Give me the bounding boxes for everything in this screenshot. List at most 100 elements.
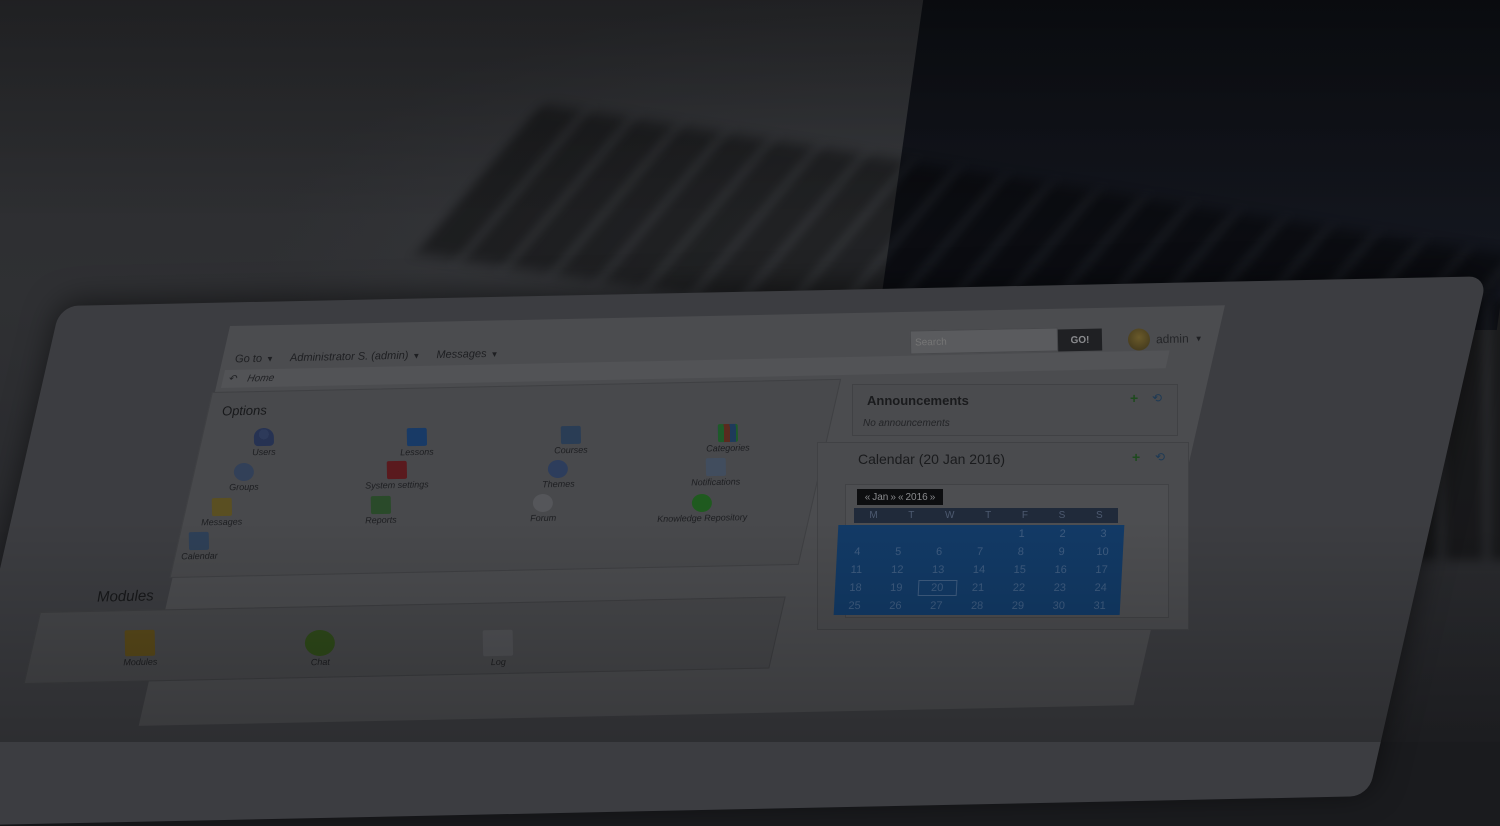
option-label: Calendar xyxy=(181,550,218,562)
prev-year-button[interactable]: « xyxy=(898,492,904,503)
option-label: Courses xyxy=(554,444,588,456)
calendar-day[interactable]: 31 xyxy=(1079,597,1121,615)
messages-menu[interactable]: Messages ▼ xyxy=(436,348,498,361)
refresh-icon[interactable]: ⟲ xyxy=(1152,392,1165,404)
calendar-day[interactable]: 22 xyxy=(998,579,1040,597)
chevron-down-icon: ▼ xyxy=(1194,333,1203,343)
modules-icon xyxy=(124,629,156,657)
modules-title: Modules xyxy=(96,587,154,606)
option-messages[interactable]: Messages xyxy=(201,497,243,528)
calendar-day[interactable]: 26 xyxy=(874,597,916,615)
reports-icon xyxy=(370,495,391,515)
calendar-empty-cell xyxy=(960,525,1002,543)
option-knowledge-repository[interactable]: Knowledge Repository xyxy=(657,493,747,524)
calendar-day[interactable]: 14 xyxy=(958,561,1000,579)
calendar-day[interactable]: 29 xyxy=(997,597,1039,615)
option-label: System settings xyxy=(365,479,429,491)
module-modules[interactable]: Modules xyxy=(123,629,158,668)
option-system-settings[interactable]: System settings xyxy=(365,460,429,491)
calendar-day[interactable]: 16 xyxy=(1040,561,1082,579)
next-year-button[interactable]: » xyxy=(930,492,936,503)
option-label: Notifications xyxy=(691,476,741,488)
calendar-day[interactable]: 12 xyxy=(876,561,918,579)
option-label: Messages xyxy=(201,516,243,528)
calendar-day[interactable]: 10 xyxy=(1082,543,1124,561)
calendar-day[interactable]: 15 xyxy=(999,561,1041,579)
calendar-day[interactable]: 4 xyxy=(836,543,878,561)
back-arrow-icon[interactable]: ↶ xyxy=(228,373,239,384)
module-label: Chat xyxy=(310,656,330,668)
calendar-day[interactable]: 28 xyxy=(956,597,998,615)
lessons-icon xyxy=(406,427,427,447)
goto-label: Go to xyxy=(234,352,263,366)
module-label: Modules xyxy=(123,656,158,668)
announcements-empty: No announcements xyxy=(863,418,950,429)
option-label: Reports xyxy=(365,514,397,526)
calendar-day[interactable]: 6 xyxy=(918,543,960,561)
calendar-day[interactable]: 7 xyxy=(959,543,1001,561)
option-label: Lessons xyxy=(400,446,434,458)
user-role-menu[interactable]: Administrator S. (admin) ▼ xyxy=(290,349,421,364)
option-label: Forum xyxy=(530,512,557,524)
calendar-day[interactable]: 5 xyxy=(877,543,919,561)
go-button[interactable]: GO! xyxy=(1057,328,1103,352)
option-groups[interactable]: Groups xyxy=(229,462,259,493)
option-categories[interactable]: Categories xyxy=(706,423,750,453)
users-icon xyxy=(253,427,274,447)
search-input[interactable] xyxy=(909,327,1059,355)
option-users[interactable]: Users xyxy=(252,427,276,458)
calendar-day[interactable]: 17 xyxy=(1081,561,1123,579)
calendar-title: Calendar (20 Jan 2016) xyxy=(858,451,1006,467)
groups-icon xyxy=(233,462,254,482)
weekday: W xyxy=(945,510,955,521)
calendar-empty-cell xyxy=(837,525,879,543)
calendar-day[interactable]: 18 xyxy=(835,579,877,597)
calendar-day[interactable]: 11 xyxy=(836,561,878,579)
refresh-icon[interactable]: ⟲ xyxy=(1155,451,1168,463)
weekday: F xyxy=(1021,510,1028,521)
calendar-day[interactable]: 21 xyxy=(957,579,999,597)
prev-month-button[interactable]: « xyxy=(865,492,871,503)
weekday: S xyxy=(1095,510,1103,521)
option-label: Themes xyxy=(542,478,575,490)
knowledge-repository-icon xyxy=(691,493,713,513)
messages-label: Messages xyxy=(436,348,487,362)
user-menu[interactable]: admin ▼ xyxy=(1127,327,1203,351)
calendar-day[interactable]: 9 xyxy=(1041,543,1083,561)
calendar-day[interactable]: 30 xyxy=(1038,597,1080,615)
option-label: Groups xyxy=(229,481,259,493)
next-month-button[interactable]: » xyxy=(890,492,896,503)
calendar-day[interactable]: 19 xyxy=(875,579,917,597)
option-calendar[interactable]: Calendar xyxy=(181,531,218,562)
option-forum[interactable]: Forum xyxy=(530,493,557,524)
option-notifications[interactable]: Notifications xyxy=(691,457,741,488)
calendar-day[interactable]: 23 xyxy=(1039,579,1081,597)
calendar-day[interactable]: 2 xyxy=(1042,525,1084,543)
calendar-day[interactable]: 25 xyxy=(834,597,876,615)
calendar-day[interactable]: 20 xyxy=(916,579,958,597)
option-label: Users xyxy=(252,446,276,458)
calendar-day[interactable]: 24 xyxy=(1080,579,1122,597)
calendar-day[interactable]: 8 xyxy=(1000,543,1042,561)
calendar-day[interactable]: 1 xyxy=(1001,525,1043,543)
chevron-down-icon: ▼ xyxy=(412,350,421,361)
username: admin xyxy=(1155,331,1189,347)
option-lessons[interactable]: Lessons xyxy=(400,427,434,458)
breadcrumb-home[interactable]: Home xyxy=(246,372,275,384)
module-label: Log xyxy=(490,656,506,668)
calendar-day[interactable]: 13 xyxy=(917,561,959,579)
module-log[interactable]: Log xyxy=(482,629,514,668)
calendar-day[interactable]: 27 xyxy=(915,597,957,615)
goto-menu[interactable]: Go to ▼ xyxy=(235,353,274,366)
add-icon[interactable]: + xyxy=(1132,450,1143,464)
option-reports[interactable]: Reports xyxy=(365,495,397,526)
forum-icon xyxy=(532,493,554,513)
system-settings-icon xyxy=(386,460,407,480)
option-themes[interactable]: Themes xyxy=(542,459,575,490)
module-chat[interactable]: Chat xyxy=(304,629,336,668)
option-courses[interactable]: Courses xyxy=(554,425,588,456)
log-icon xyxy=(482,629,514,657)
add-icon[interactable]: + xyxy=(1130,391,1141,405)
weekday: T xyxy=(908,510,915,521)
calendar-day[interactable]: 3 xyxy=(1083,525,1125,543)
